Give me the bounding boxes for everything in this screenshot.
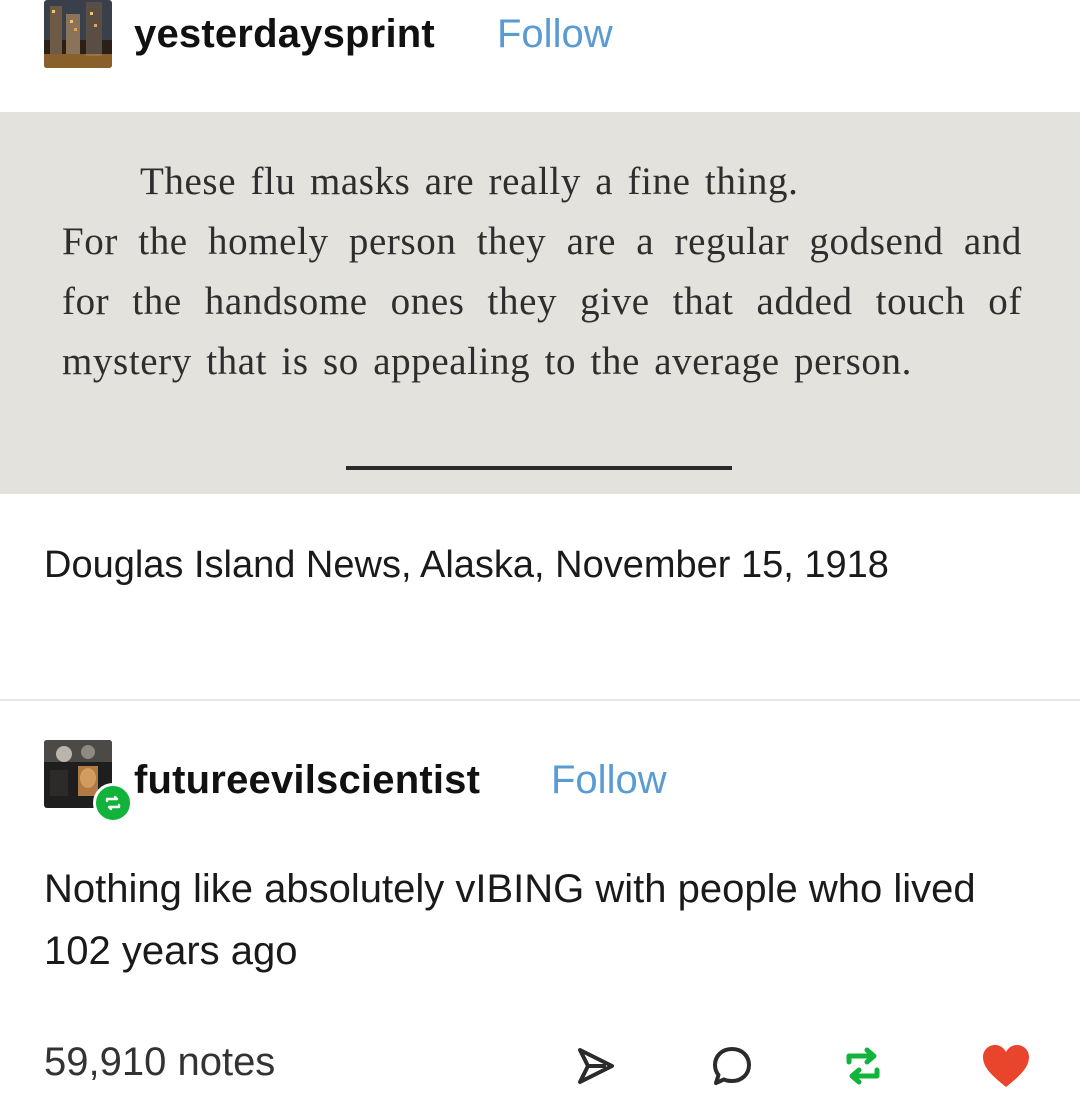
clipping-line-1: These flu masks are really a fine thing. [140,160,799,203]
clipping-rule [346,466,732,470]
reblog-text: Nothing like absolutely vIBING with peop… [44,867,976,973]
reblog-badge-icon [93,783,133,823]
original-post: yesterdaysprint Follow These flu masks a… [0,0,1080,700]
share-icon[interactable] [566,1036,626,1096]
clipping-text: These flu masks are really a fine thing.… [62,152,1022,392]
post-author[interactable]: yesterdaysprint [134,12,435,57]
reblog-author[interactable]: futureevilscientist [134,758,480,803]
newspaper-clipping: These flu masks are really a fine thing.… [0,112,1080,494]
avatar-yesterdaysprint[interactable] [44,0,112,68]
reblog-follow-button[interactable]: Follow [551,758,667,803]
clipping-line-2: For the homely person they are a regular… [62,220,1022,383]
post-caption: Douglas Island News, Alaska, November 15… [44,544,889,586]
follow-button[interactable]: Follow [497,12,613,57]
reply-icon[interactable] [702,1036,762,1096]
reblog-icon[interactable] [833,1036,893,1096]
like-icon[interactable] [976,1036,1036,1096]
notes-count[interactable]: 59,910 notes [44,1040,275,1085]
